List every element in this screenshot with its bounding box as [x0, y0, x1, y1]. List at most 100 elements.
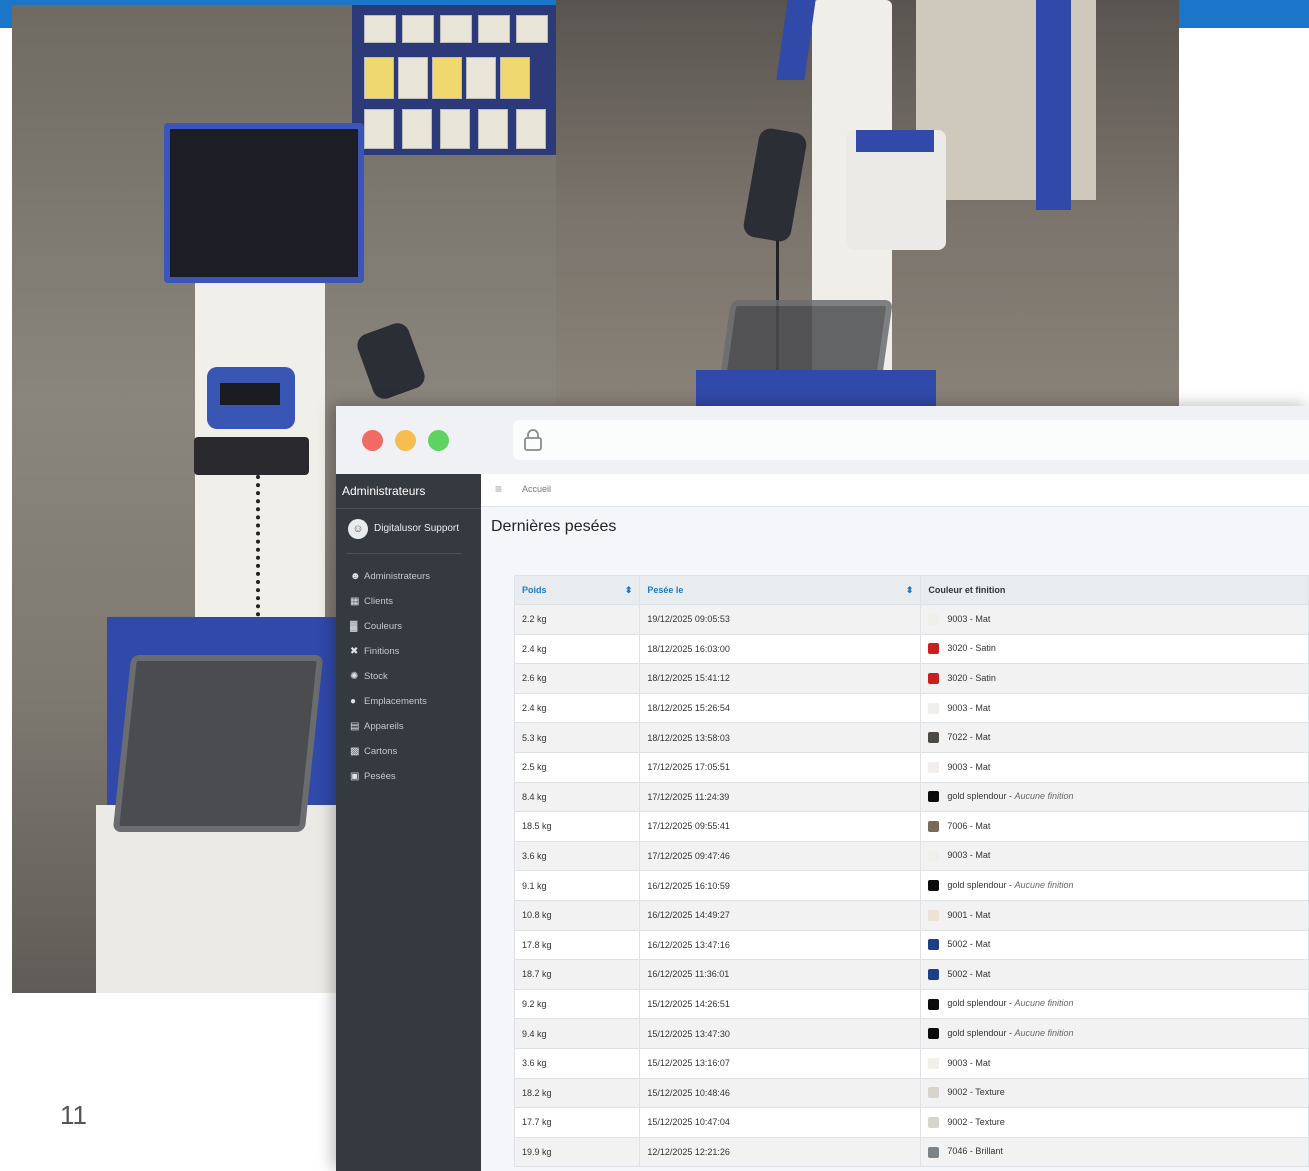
- table-row[interactable]: 9.1 kg 16/12/2025 16:10:59 gold splendour …: [513, 870, 1309, 901]
- top-navbar: ≡ Accueil: [481, 474, 1309, 507]
- cell-date: 15/12/2025 14:26:51: [639, 988, 922, 1020]
- table-row[interactable]: 19.9 kg 12/12/2025 12:21:26 7046 - Brillan…: [513, 1136, 1309, 1168]
- color-swatch: [928, 702, 940, 714]
- close-window-button[interactable]: [362, 430, 383, 451]
- cell-color: 9003 - Mat: [920, 840, 1309, 872]
- sidebar-item-finitions[interactable]: ✖ Finitions: [336, 639, 481, 664]
- column-header-poids[interactable]: Poids ⬍: [513, 575, 641, 605]
- cell-poids: 9.2 kg: [513, 988, 641, 1020]
- cell-color: gold splendour - Aucune finition: [920, 988, 1309, 1020]
- sidebar-item-stock[interactable]: ✺ Stock: [336, 664, 481, 689]
- cell-poids: 19.9 kg: [513, 1136, 641, 1168]
- table-row[interactable]: 2.4 kg 18/12/2025 16:03:00 3020 - Satin: [513, 633, 1309, 665]
- sidebar-brand[interactable]: Administrateurs: [336, 474, 481, 509]
- sidebar-item-couleurs[interactable]: ▓ Couleurs: [336, 614, 481, 639]
- color-label: 7046 - Brillant: [947, 1146, 1003, 1157]
- color-swatch: [928, 968, 940, 980]
- cell-date: 17/12/2025 09:47:46: [639, 840, 922, 872]
- cell-color: 7022 - Mat: [920, 722, 1309, 753]
- table-row[interactable]: 2.4 kg 18/12/2025 15:26:54 9003 - Mat: [513, 692, 1309, 724]
- sidebar-item-administrateurs[interactable]: ☻ Administrateurs: [336, 564, 481, 589]
- sidebar-item-emplacements[interactable]: ● Emplacements: [336, 689, 481, 714]
- color-label: 9003 - Mat: [947, 761, 991, 772]
- table-row[interactable]: 17.8 kg 16/12/2025 13:47:16 5002 - Mat: [513, 929, 1309, 961]
- breadcrumb[interactable]: Accueil: [522, 484, 551, 494]
- table-row[interactable]: 2.5 kg 17/12/2025 17:05:51 9003 - Mat: [513, 751, 1309, 783]
- sidebar-item-label: Stock: [364, 671, 388, 682]
- table-row[interactable]: 9.4 kg 15/12/2025 13:47:30 gold splendour …: [513, 1018, 1309, 1049]
- sidebar-item-label: Clients: [364, 596, 394, 607]
- table-row[interactable]: 18.2 kg 15/12/2025 10:48:46 9002 - Texture: [513, 1077, 1309, 1109]
- cell-color: 3020 - Satin: [920, 633, 1309, 665]
- cell-date: 15/12/2025 10:47:04: [639, 1107, 922, 1138]
- finish-note: Aucune finition: [1014, 880, 1074, 891]
- cell-date: 18/12/2025 15:41:12: [639, 663, 922, 694]
- table-row[interactable]: 2.2 kg 19/12/2025 09:05:53 9003 - Mat: [513, 604, 1309, 635]
- color-label: 5002 - Mat: [947, 968, 991, 979]
- table-row[interactable]: 9.2 kg 15/12/2025 14:26:51 gold splendour …: [513, 988, 1309, 1020]
- finish-note: Aucune finition: [1014, 791, 1074, 802]
- cell-color: 5002 - Mat: [920, 929, 1309, 961]
- cell-color: 9001 - Mat: [920, 899, 1309, 931]
- sidebar-item-pesees[interactable]: ▣ Pesées: [336, 764, 481, 789]
- main-content: ≡ Accueil Dernières pesées Poids ⬍ Pesée…: [481, 474, 1309, 1171]
- color-swatch: [928, 1057, 940, 1069]
- cell-poids: 9.4 kg: [513, 1018, 641, 1049]
- table-row[interactable]: 3.6 kg 17/12/2025 09:47:46 9003 - Mat: [513, 840, 1309, 872]
- slide-number: 11: [60, 1100, 87, 1130]
- menu-toggle-icon[interactable]: ≡: [495, 482, 502, 496]
- column-header-label: Poids: [522, 584, 547, 595]
- color-label: gold splendour: [947, 880, 1007, 891]
- table-row[interactable]: 5.3 kg 18/12/2025 13:58:03 7022 - Mat: [513, 722, 1309, 753]
- sidebar: Administrateurs ☺ Digitalusor Support ☻ A…: [336, 474, 481, 1171]
- lock-icon: [524, 429, 542, 451]
- color-label: 9003 - Mat: [947, 613, 991, 624]
- sidebar-user-panel[interactable]: ☺ Digitalusor Support: [346, 509, 461, 554]
- color-label: 7006 - Mat: [947, 820, 991, 831]
- cell-color: gold splendour - Aucune finition: [920, 870, 1309, 901]
- cell-date: 18/12/2025 16:03:00: [639, 633, 922, 665]
- table-row[interactable]: 17.7 kg 15/12/2025 10:47:04 9002 - Texture: [513, 1107, 1309, 1138]
- sidebar-item-appareils[interactable]: ▤ Appareils: [336, 714, 481, 739]
- color-label: gold splendour: [947, 791, 1007, 802]
- minimize-window-button[interactable]: [395, 430, 416, 451]
- color-swatch: [928, 880, 940, 892]
- sidebar-username[interactable]: Digitalusor Support: [374, 523, 459, 534]
- table-row[interactable]: 3.6 kg 15/12/2025 13:16:07 9003 - Mat: [513, 1047, 1309, 1079]
- table-row[interactable]: 10.8 kg 16/12/2025 14:49:27 9001 - Mat: [513, 899, 1309, 931]
- building-icon: ▦: [350, 596, 360, 607]
- cell-poids: 2.6 kg: [513, 663, 641, 694]
- table-row[interactable]: 8.4 kg 17/12/2025 11:24:39 gold splendour …: [513, 781, 1309, 813]
- cell-poids: 10.8 kg: [513, 899, 641, 931]
- cell-color: 9003 - Mat: [920, 604, 1309, 635]
- sort-icon: ⬍: [624, 584, 633, 595]
- cell-poids: 9.1 kg: [513, 870, 641, 901]
- column-header-pesee-le[interactable]: Pesée le ⬍: [639, 575, 922, 605]
- address-bar[interactable]: [513, 420, 1309, 460]
- cell-color: gold splendour - Aucune finition: [920, 781, 1309, 813]
- boxes-icon: ▩: [350, 746, 360, 757]
- table-row[interactable]: 2.6 kg 18/12/2025 15:41:12 3020 - Satin: [513, 663, 1309, 694]
- table-row[interactable]: 18.5 kg 17/12/2025 09:55:41 7006 - Mat: [513, 811, 1309, 842]
- maximize-window-button[interactable]: [428, 430, 449, 451]
- color-swatch: [928, 673, 940, 685]
- color-swatch: [928, 732, 940, 744]
- color-swatch: [928, 1116, 940, 1128]
- cell-poids: 3.6 kg: [513, 840, 641, 872]
- table-row[interactable]: 18.7 kg 16/12/2025 11:36:01 5002 - Mat: [513, 959, 1309, 990]
- color-label: 9002 - Texture: [947, 1087, 1005, 1098]
- scale-icon: ▣: [350, 771, 360, 782]
- cell-color: 3020 - Satin: [920, 663, 1309, 694]
- browser-titlebar: [336, 406, 1309, 474]
- cell-date: 16/12/2025 11:36:01: [639, 959, 922, 990]
- sort-icon: ⬍: [905, 584, 914, 595]
- cell-date: 18/12/2025 13:58:03: [639, 722, 922, 753]
- sidebar-item-label: Administrateurs: [364, 571, 430, 582]
- cell-color: 9002 - Texture: [920, 1077, 1309, 1109]
- users-icon: ☻: [350, 571, 361, 582]
- cell-color: 9003 - Mat: [920, 692, 1309, 724]
- sidebar-item-cartons[interactable]: ▩ Cartons: [336, 739, 481, 764]
- color-label: 5002 - Mat: [947, 939, 991, 950]
- sidebar-item-clients[interactable]: ▦ Clients: [336, 589, 481, 614]
- finish-note: Aucune finition: [1014, 998, 1074, 1009]
